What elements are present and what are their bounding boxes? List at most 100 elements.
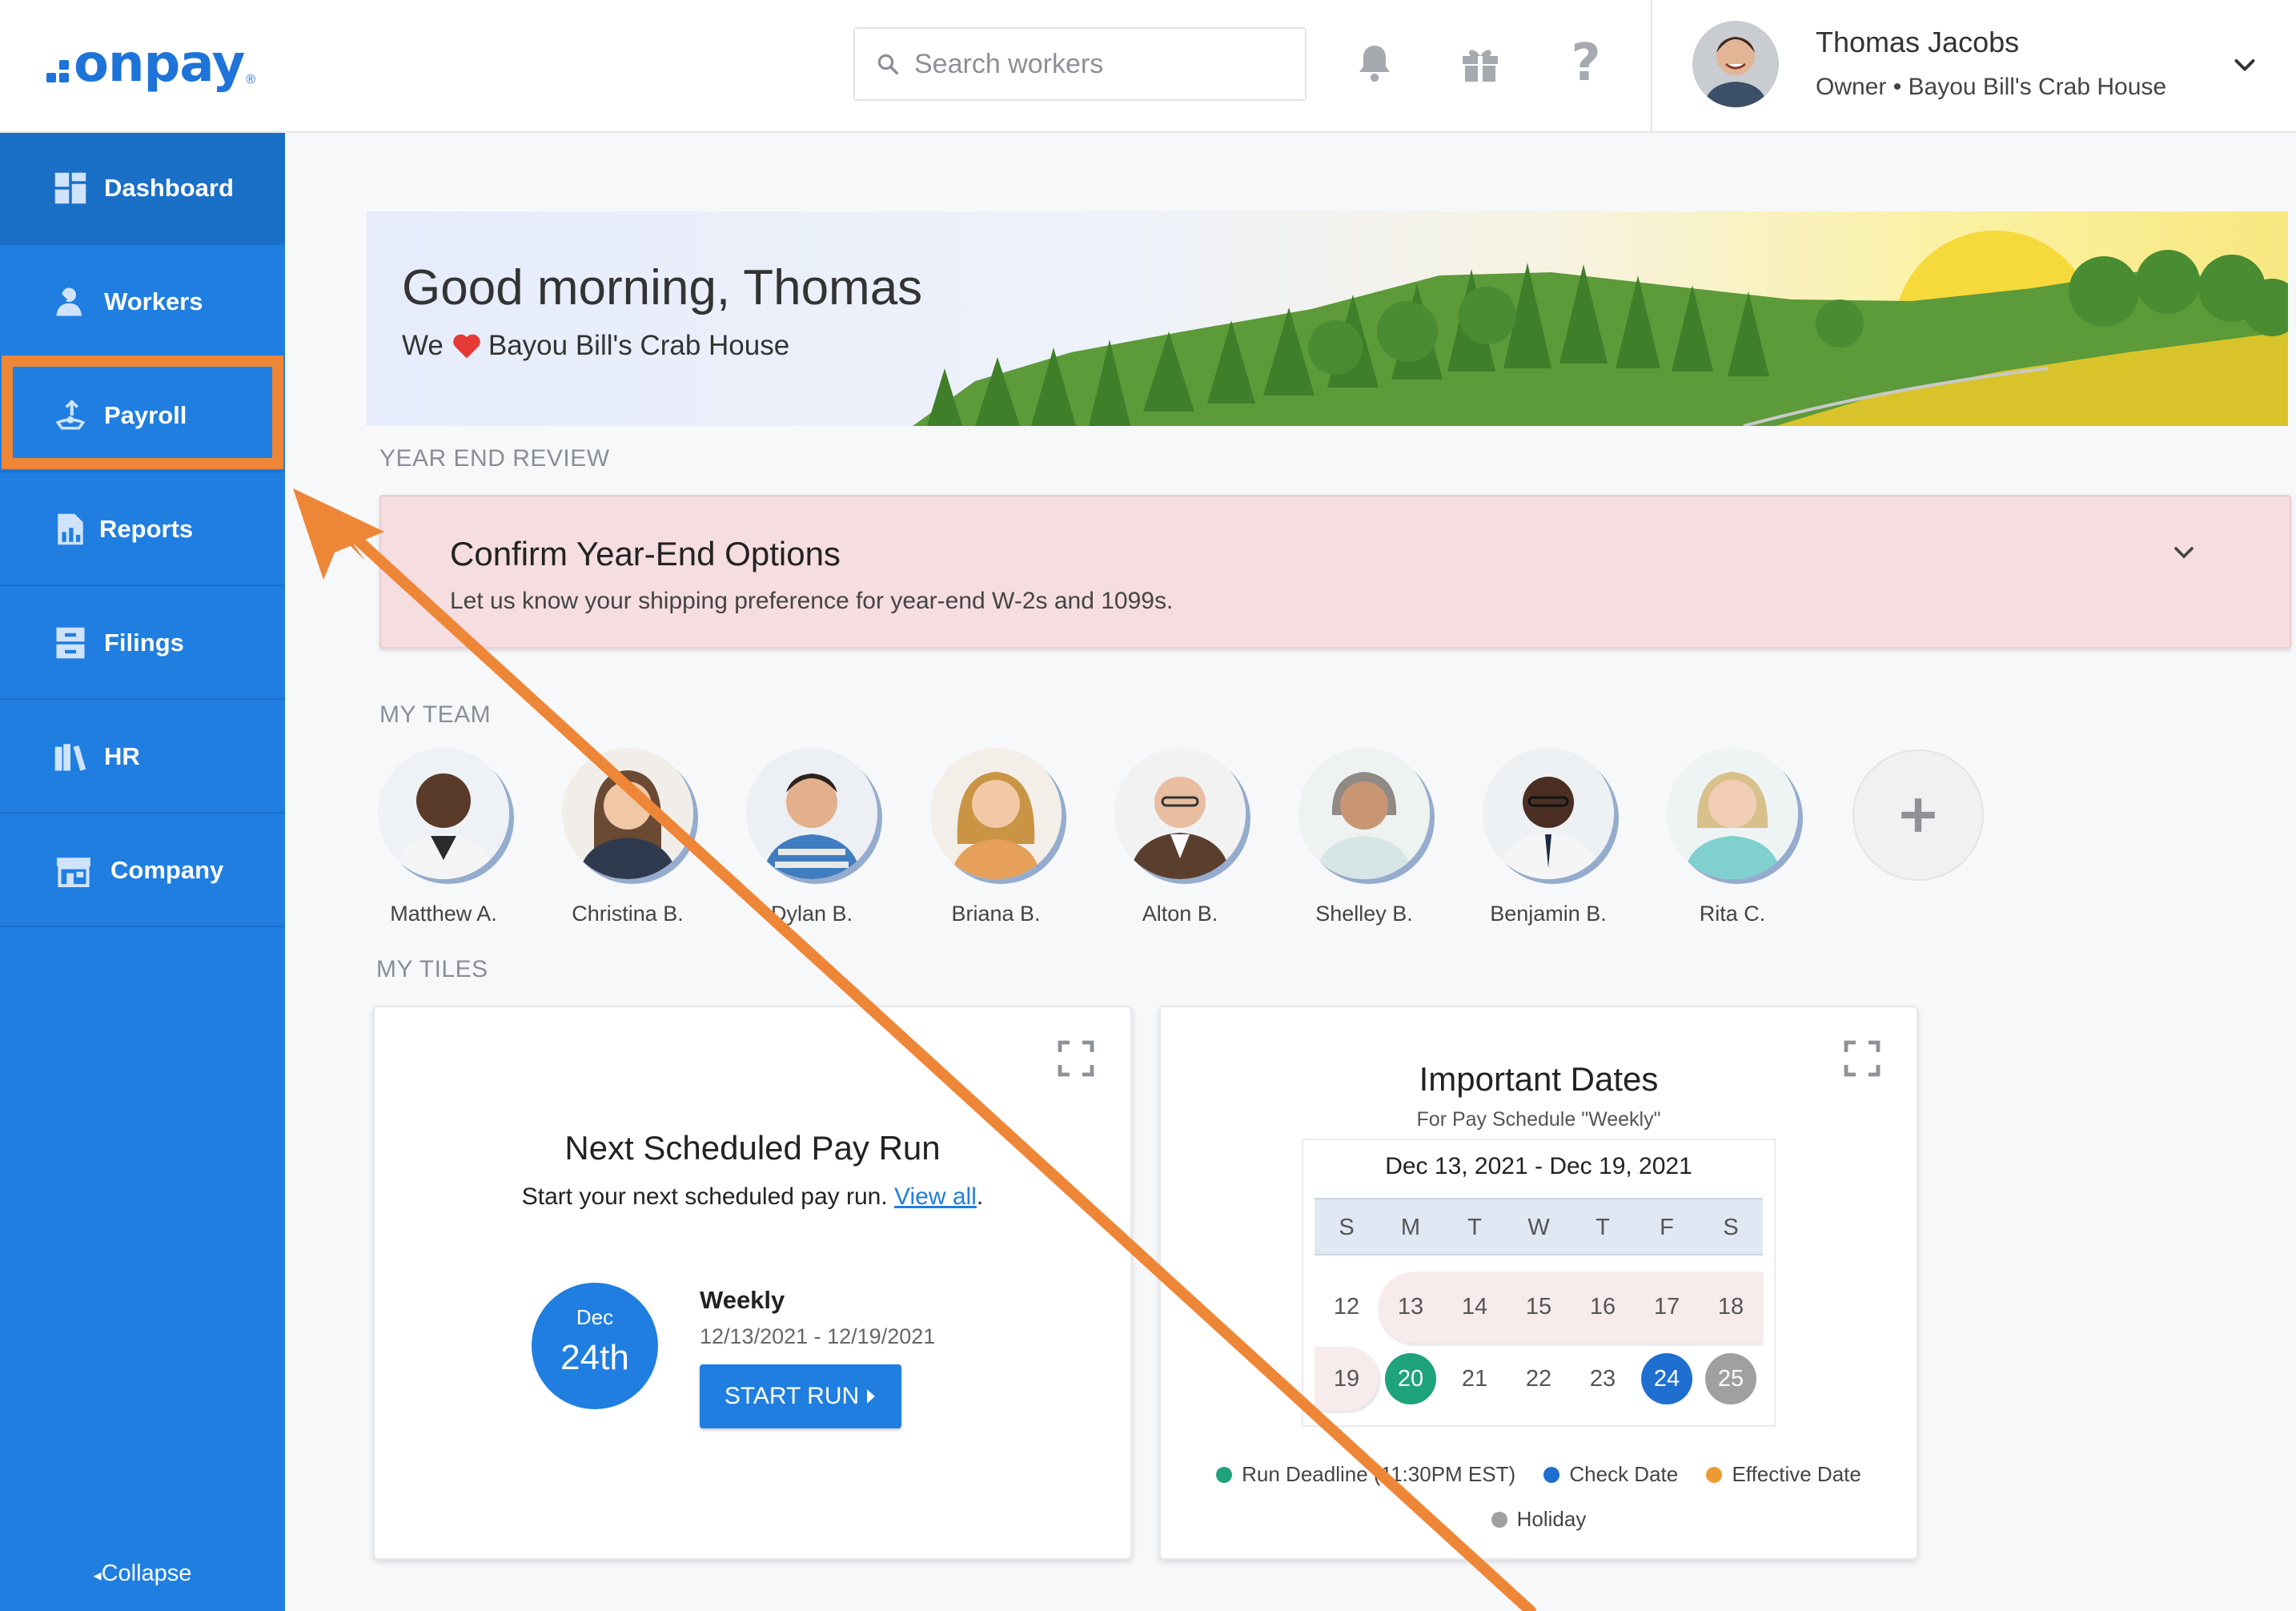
calendar-day[interactable]: 13 <box>1379 1275 1443 1339</box>
sidebar-item-label: Company <box>110 856 224 884</box>
legend-dot <box>1706 1466 1723 1483</box>
legend-label: Check Date <box>1569 1462 1679 1486</box>
legend-label: Effective Date <box>1732 1462 1861 1486</box>
team-member[interactable]: Alton B. <box>1100 748 1260 926</box>
legend-holiday: Holiday <box>1491 1507 1587 1532</box>
dashboard-icon <box>53 171 88 206</box>
check-date: 24 <box>1641 1353 1692 1404</box>
start-run-label: START RUN <box>724 1383 860 1409</box>
collapse-label: Collapse <box>101 1561 192 1586</box>
sidebar-item-hr[interactable]: HR <box>0 701 285 814</box>
team-member-avatar <box>1667 748 1798 879</box>
top-bar: onpay ® ? Thomas Jacobs Owner • Bayou Bi… <box>0 0 2296 133</box>
team-member-avatar <box>930 748 1062 879</box>
sidebar-item-reports[interactable]: Reports <box>0 474 285 586</box>
team-member[interactable]: Briana B. <box>916 748 1076 926</box>
calendar-day[interactable]: 16 <box>1571 1275 1635 1339</box>
team-member[interactable]: Benjamin B. <box>1468 748 1628 926</box>
logo-mark-icon <box>46 60 69 82</box>
greeting-banner: Good morning, Thomas We Bayou Bill's Cra… <box>367 211 2288 426</box>
year-end-description: Let us know your shipping preference for… <box>450 588 1174 614</box>
legend-run-deadline: Run Deadline (11:30PM EST) <box>1216 1462 1515 1487</box>
pay-frequency: Weekly <box>700 1286 785 1314</box>
year-end-card[interactable]: Confirm Year-End Options Let us know you… <box>379 495 2291 649</box>
calendar-day-run-deadline[interactable]: 20 <box>1379 1347 1443 1411</box>
calendar-day[interactable]: 22 <box>1507 1347 1571 1411</box>
search-box[interactable] <box>853 27 1307 101</box>
workers-icon <box>53 284 88 319</box>
team-member[interactable]: Shelley B. <box>1284 748 1444 926</box>
onpay-logo[interactable]: onpay ® <box>46 32 255 96</box>
calendar-day[interactable]: 19 <box>1315 1347 1379 1411</box>
search-icon <box>877 54 898 74</box>
sidebar-item-label: HR <box>104 742 140 770</box>
section-label-tiles: MY TILES <box>376 956 488 982</box>
weekday-label: F <box>1660 1215 1674 1240</box>
team-member[interactable]: Matthew A. <box>363 748 524 926</box>
hr-icon <box>53 739 88 774</box>
team-member-name: Rita C. <box>1699 902 1766 926</box>
notifications-bell-icon[interactable] <box>1347 35 1403 91</box>
sidebar-item-label: Dashboard <box>104 174 234 202</box>
legend-label: Holiday <box>1516 1507 1587 1531</box>
weekday-label: M <box>1400 1215 1421 1240</box>
calendar-day[interactable]: 15 <box>1507 1275 1571 1339</box>
start-run-button[interactable]: START RUN <box>700 1364 901 1428</box>
sidebar-item-workers[interactable]: Workers <box>0 247 285 359</box>
team-member-avatar <box>1483 748 1614 879</box>
holiday-date: 25 <box>1705 1353 1756 1404</box>
heart-icon <box>453 334 480 359</box>
sidebar-item-company[interactable]: Company <box>0 815 285 927</box>
important-dates-tile: Important Dates For Pay Schedule "Weekly… <box>1159 1006 1918 1560</box>
sidebar-nav: Dashboard Workers Payroll Reports Filing… <box>0 133 285 1611</box>
calendar-day[interactable]: 12 <box>1315 1275 1379 1339</box>
team-member[interactable]: Christina B. <box>548 748 708 926</box>
reports-icon <box>53 512 88 547</box>
logo-registered: ® <box>246 73 256 86</box>
gift-icon[interactable] <box>1452 35 1508 91</box>
sidebar-item-filings[interactable]: Filings <box>0 588 285 700</box>
weekday-label: S <box>1339 1215 1355 1240</box>
team-member[interactable]: Dylan B. <box>732 748 892 926</box>
weekday-label: S <box>1723 1215 1739 1240</box>
calendar-day[interactable]: 21 <box>1443 1347 1507 1411</box>
payroll-highlight-box <box>2 356 283 469</box>
collapse-sidebar-button[interactable]: ◂Collapse <box>0 1561 285 1587</box>
sidebar-item-dashboard[interactable]: Dashboard <box>0 133 285 245</box>
search-input[interactable] <box>914 48 1282 80</box>
add-team-member-button[interactable] <box>1852 749 1984 881</box>
important-dates-title: Important Dates <box>1419 1060 1659 1098</box>
calendar-day[interactable]: 17 <box>1635 1275 1699 1339</box>
calendar-row: 12 13 14 15 16 17 18 <box>1315 1275 1763 1339</box>
pay-run-subtitle: Start your next scheduled pay run. View … <box>375 1183 1130 1211</box>
account-menu-chevron-icon[interactable] <box>2230 51 2259 80</box>
sidebar-item-label: Reports <box>99 515 194 543</box>
logo-text: onpay <box>74 34 245 94</box>
calendar-day[interactable]: 18 <box>1699 1275 1763 1339</box>
legend-label: Run Deadline (11:30PM EST) <box>1242 1462 1516 1486</box>
calendar-week-range: Dec 13, 2021 - Dec 19, 2021 <box>1385 1153 1692 1179</box>
expand-icon[interactable] <box>1057 1039 1095 1078</box>
team-member-name: Benjamin B. <box>1490 902 1607 926</box>
calendar-day-holiday[interactable]: 25 <box>1699 1347 1763 1411</box>
pay-run-title: Next Scheduled Pay Run <box>564 1129 941 1167</box>
user-avatar[interactable] <box>1692 21 1779 107</box>
plus-icon <box>1901 798 1935 832</box>
chevron-down-icon[interactable] <box>2168 536 2200 568</box>
run-deadline-date: 20 <box>1385 1353 1436 1404</box>
team-member-name: Christina B. <box>572 902 684 926</box>
pay-date-day: 24th <box>560 1338 629 1377</box>
help-question-icon[interactable]: ? <box>1558 34 1614 93</box>
section-label-year-end: YEAR END REVIEW <box>379 445 610 472</box>
calendar-day[interactable]: 14 <box>1443 1275 1507 1339</box>
team-member[interactable]: Rita C. <box>1652 748 1812 926</box>
team-member-name: Alton B. <box>1142 902 1218 926</box>
team-member-avatar <box>1299 748 1430 879</box>
calendar-day-check-date[interactable]: 24 <box>1635 1347 1699 1411</box>
section-label-team: MY TEAM <box>379 701 492 728</box>
pay-date-badge: Dec 24th <box>532 1283 658 1409</box>
team-member-avatar <box>562 748 693 879</box>
sidebar-item-label: Workers <box>104 287 203 315</box>
view-all-link[interactable]: View all <box>894 1183 977 1210</box>
calendar-day[interactable]: 23 <box>1571 1347 1635 1411</box>
